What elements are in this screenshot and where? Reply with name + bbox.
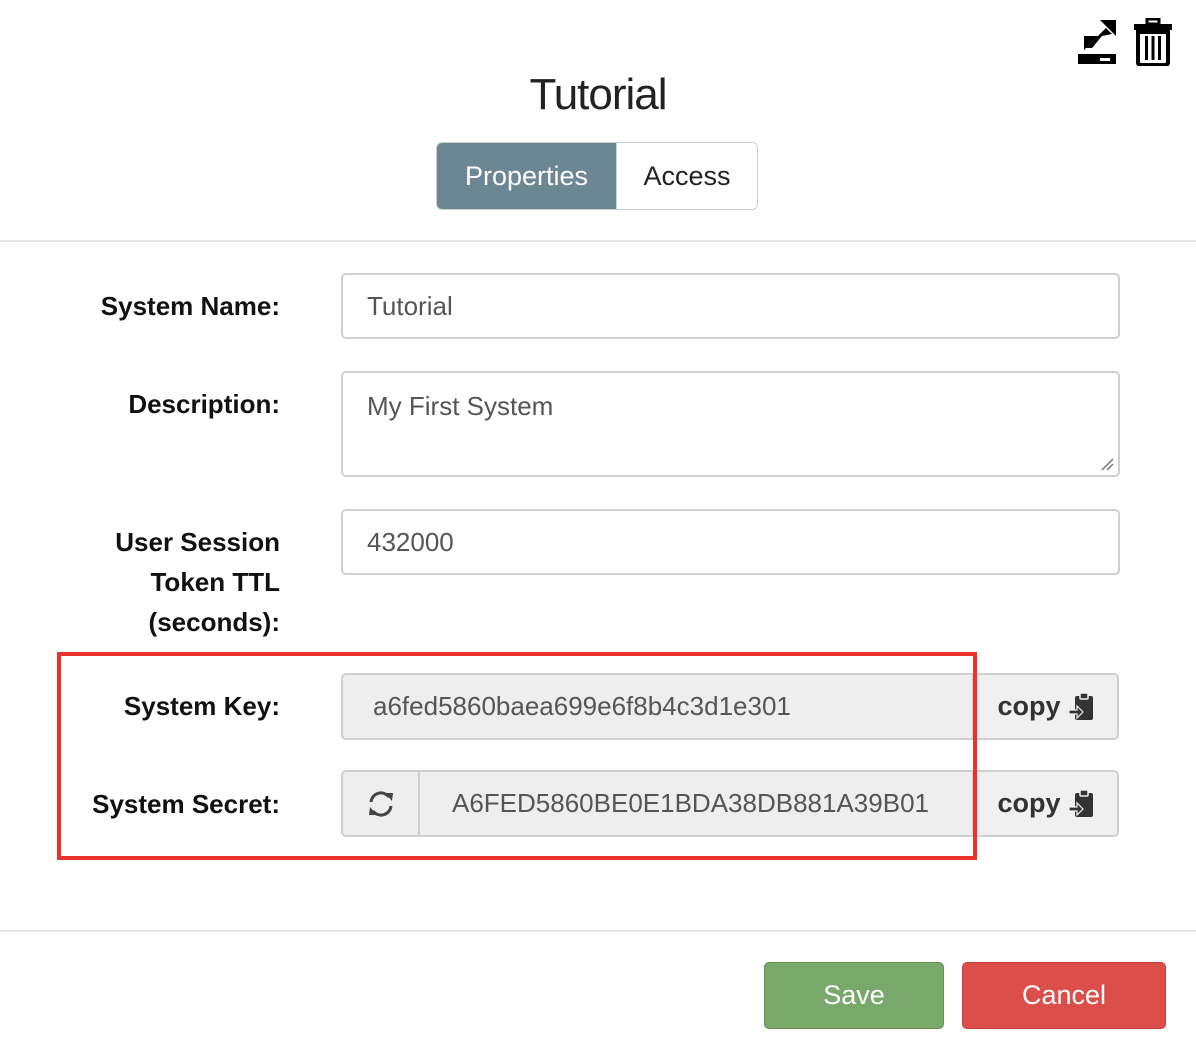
save-button[interactable]: Save (764, 962, 944, 1029)
highlight-box (57, 652, 977, 860)
system-name-label: System Name: (100, 291, 280, 321)
ttl-input[interactable]: 432000 (341, 509, 1120, 575)
tab-properties[interactable]: Properties (437, 143, 616, 209)
system-name-input[interactable]: Tutorial (341, 273, 1120, 339)
clipboard-icon (1068, 788, 1093, 817)
description-textarea[interactable]: My First System (341, 371, 1120, 477)
ttl-label-line-3: (seconds): (148, 607, 280, 637)
ttl-label: User Session Token TTL (seconds): (115, 522, 280, 642)
clipboard-icon (1068, 691, 1093, 720)
copy-secret-button[interactable]: copy (973, 770, 1119, 837)
description-text: My First System (367, 391, 554, 421)
copy-secret-label: copy (997, 788, 1061, 818)
ttl-label-line-2: Token TTL (150, 567, 280, 597)
ttl-label-line-1: User Session (115, 527, 280, 557)
copy-key-label: copy (997, 691, 1061, 721)
resize-grip-icon[interactable] (1100, 457, 1114, 471)
tab-bar: Properties Access (436, 142, 758, 210)
description-label: Description: (128, 389, 280, 419)
page-title: Tutorial (529, 70, 667, 119)
copy-key-button[interactable]: copy (973, 673, 1119, 740)
cancel-button[interactable]: Cancel (962, 962, 1166, 1029)
trash-icon[interactable] (1132, 18, 1174, 66)
footer-divider (0, 930, 1196, 932)
header-divider (0, 240, 1196, 242)
export-icon[interactable] (1076, 18, 1118, 66)
header-actions (1076, 18, 1174, 66)
tab-access[interactable]: Access (616, 143, 757, 209)
